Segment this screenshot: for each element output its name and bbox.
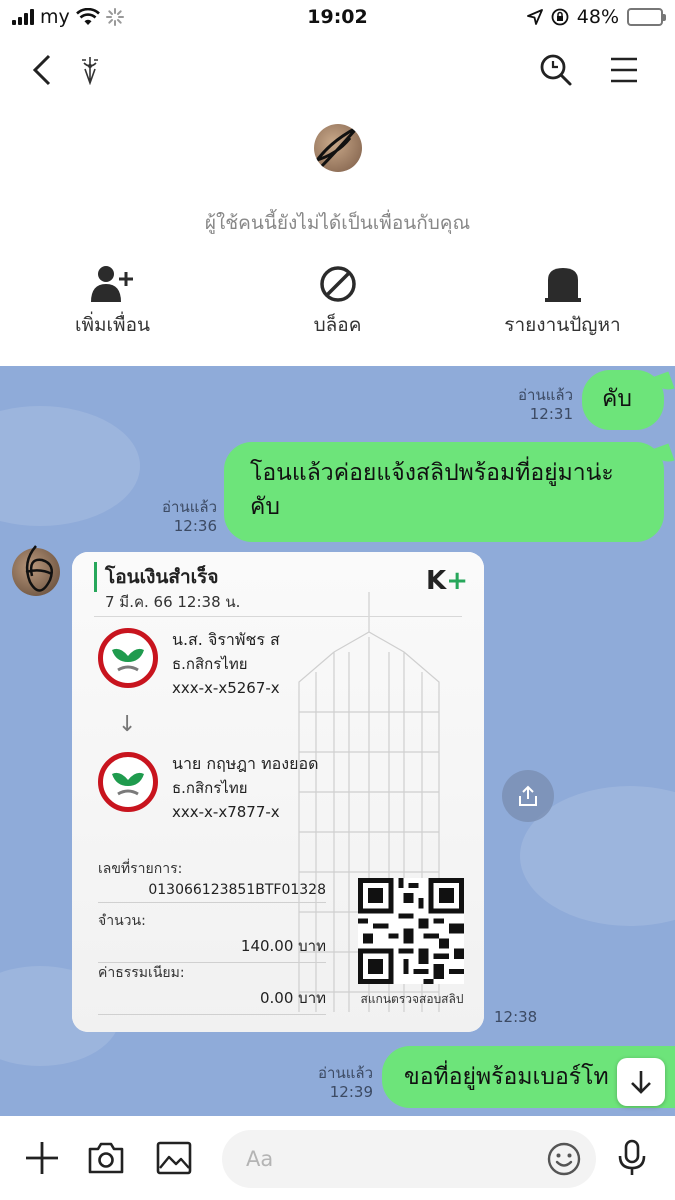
battery-percent: 48%	[576, 6, 619, 28]
report-label: รายงานปัญหา	[504, 314, 621, 336]
chat-header	[0, 34, 675, 104]
block-icon	[319, 266, 356, 302]
emoji-button[interactable]	[546, 1141, 582, 1177]
message-text: ขอที่อยู่พร้อมเบอร์โท	[404, 1064, 609, 1090]
message-text-line: คับ	[250, 494, 280, 520]
message-time: 12:39	[329, 1083, 373, 1101]
camera-button[interactable]	[84, 1136, 128, 1180]
voice-button[interactable]	[610, 1136, 654, 1180]
message-time: 12:36	[173, 517, 217, 535]
add-button[interactable]	[20, 1136, 64, 1180]
amount-value: 140.00 บาท	[98, 934, 326, 963]
message-meta: อ่านแล้ว 12:36	[162, 498, 217, 536]
plus-icon	[26, 1142, 58, 1174]
orientation-lock-icon	[551, 8, 569, 26]
pen-emblem-icon	[82, 57, 98, 85]
message-input[interactable]	[222, 1130, 596, 1188]
gallery-button[interactable]	[152, 1136, 196, 1180]
chevron-left-icon	[32, 54, 51, 86]
block-label: บล็อค	[313, 314, 362, 336]
message-text: คับ	[602, 386, 632, 412]
receiver-name: นาย กฤษฎา ทองยอด	[172, 754, 319, 773]
outgoing-message[interactable]: โอนแล้วค่อยแจ้งสลิปพร้อมที่อยู่มาน่ะ คับ	[224, 442, 664, 542]
search-button[interactable]	[534, 48, 578, 92]
profile-section: ผู้ใช้คนนี้ยังไม่ได้เป็นเพื่อนกับคุณ เพิ…	[0, 104, 675, 366]
share-icon	[519, 785, 537, 806]
reference-label: เลขที่รายการ:	[98, 861, 183, 877]
status-right: 48%	[526, 6, 666, 28]
block-button[interactable]: บล็อค	[225, 264, 450, 340]
message-time: 12:38	[494, 1008, 538, 1026]
sender-account-number: xxx-x-x5267-x	[172, 679, 280, 697]
status-bar: my 19:02 48%	[0, 0, 675, 34]
transfer-slip-image[interactable]: โอนเงินสำเร็จ 7 มี.ค. 66 12:38 น. K+ น.ส…	[72, 552, 484, 1032]
kbank-leaf-icon	[112, 648, 144, 674]
back-button[interactable]	[20, 48, 64, 92]
arrow-down-icon	[631, 1071, 651, 1094]
kbank-leaf-icon	[112, 772, 144, 798]
read-receipt: อ่านแล้ว	[518, 386, 573, 404]
message-text-line: โอนแล้วค่อยแจ้งสลิปพร้อมที่อยู่มาน่ะ	[250, 460, 614, 486]
reference-value: 013066123851BTF01328	[98, 882, 326, 903]
message-meta: อ่านแล้ว 12:39	[318, 1064, 373, 1102]
chat-area[interactable]: อ่านแล้ว 12:31 คับ อ่านแล้ว 12:36 โอนแล้…	[0, 366, 675, 1116]
kbank-logo	[98, 752, 158, 812]
amount-label: จำนวน:	[98, 913, 146, 929]
search-icon	[540, 54, 572, 86]
scribble-overlay	[314, 124, 362, 172]
receiver-account: นาย กฤษฎา ทองยอด ธ.กสิกรไทย xxx-x-x7877-…	[172, 752, 318, 824]
scroll-to-bottom-button[interactable]	[617, 1058, 665, 1106]
slip-title: โอนเงินสำเร็จ	[94, 562, 218, 592]
add-friend-button[interactable]: เพิ่มเพื่อน	[0, 264, 225, 340]
profile-actions: เพิ่มเพื่อน บล็อค รายงานปัญหา	[0, 264, 675, 340]
battery-icon	[627, 8, 666, 26]
fee-value: 0.00 บาท	[98, 986, 326, 1015]
not-friend-notice: ผู้ใช้คนนี้ยังไม่ได้เป็นเพื่อนกับคุณ	[204, 212, 471, 234]
emoji-icon	[547, 1142, 581, 1176]
add-friend-icon	[90, 266, 133, 302]
camera-icon	[88, 1142, 124, 1174]
profile-avatar[interactable]	[314, 124, 362, 172]
receiver-account-number: xxx-x-x7877-x	[172, 803, 280, 821]
report-icon	[544, 268, 581, 302]
kbank-logo	[98, 628, 158, 688]
sender-bank: ธ.กสิกรไทย	[172, 655, 248, 673]
hamburger-menu-icon	[611, 57, 637, 83]
message-input-bar	[0, 1116, 675, 1200]
background-cloud	[0, 406, 140, 526]
read-receipt: อ่านแล้ว	[318, 1064, 373, 1082]
kplus-logo: K+	[426, 566, 468, 596]
message-time: 12:31	[529, 405, 573, 423]
slip-date: 7 มี.ค. 66 12:38 น.	[105, 593, 241, 611]
menu-button[interactable]	[602, 48, 646, 92]
fee-label: ค่าธรรมเนียม:	[98, 965, 185, 981]
scribble-overlay	[25, 545, 53, 592]
location-arrow-icon	[526, 9, 543, 25]
receiver-bank: ธ.กสิกรไทย	[172, 779, 248, 797]
read-receipt: อ่านแล้ว	[162, 498, 217, 516]
image-icon	[156, 1141, 192, 1175]
report-button[interactable]: รายงานปัญหา	[450, 264, 675, 340]
arrow-down-icon: ↓	[118, 712, 137, 737]
divider	[94, 616, 462, 617]
qr-code	[358, 878, 464, 984]
microphone-icon	[618, 1139, 646, 1175]
share-button[interactable]	[502, 770, 554, 822]
outgoing-message[interactable]: คับ	[582, 370, 664, 430]
message-meta: อ่านแล้ว 12:31	[518, 386, 573, 424]
kplus-plus: +	[446, 566, 468, 596]
kplus-k: K	[426, 566, 447, 596]
qr-caption: สแกนตรวจสอบสลิป	[360, 992, 464, 1006]
sender-account: น.ส. จิราพัชร ส ธ.กสิกรไทย xxx-x-x5267-x	[172, 628, 280, 700]
add-friend-label: เพิ่มเพื่อน	[75, 314, 150, 336]
sender-name: น.ส. จิราพัชร ส	[172, 630, 280, 649]
sender-avatar[interactable]	[12, 545, 60, 596]
chat-title-emblem	[68, 48, 112, 92]
